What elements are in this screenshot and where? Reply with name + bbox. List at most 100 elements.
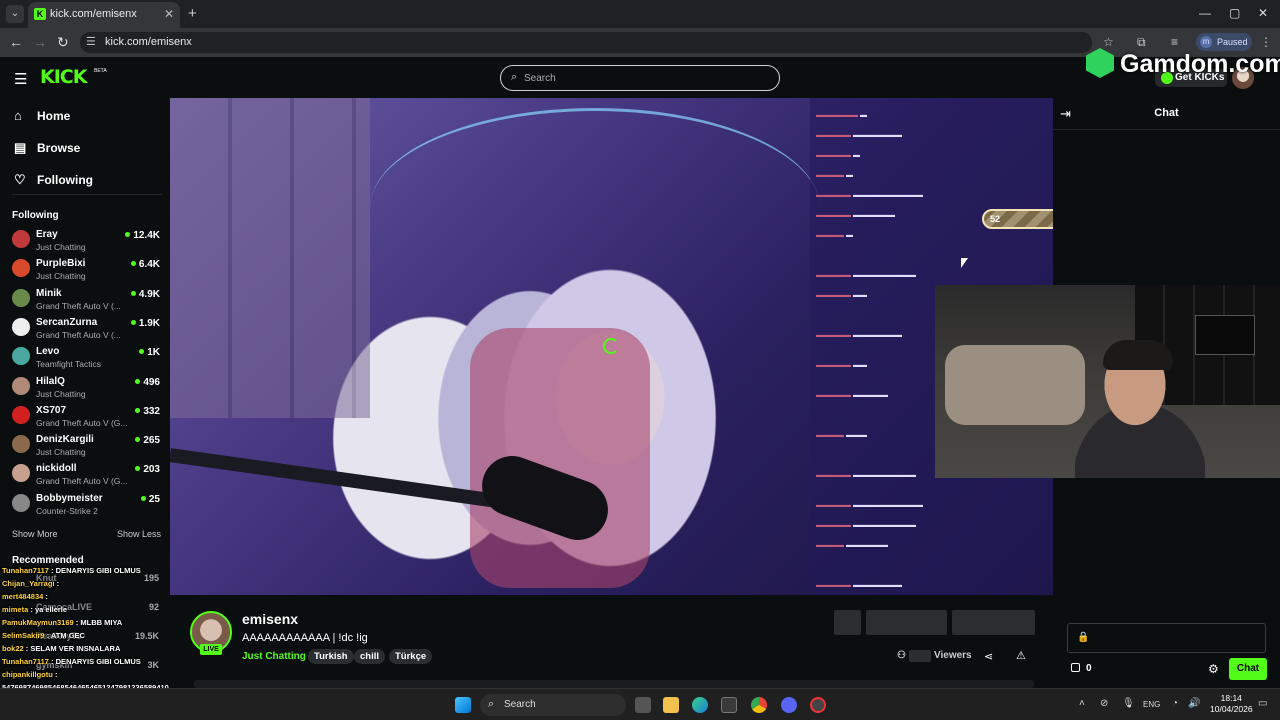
video-player[interactable]: ▬▬▬▬▬▬ ▬ ▬▬▬▬▬ ▬▬▬▬▬▬▬ ▬▬▬▬▬ ▬ ▬▬▬▬ ▬ ▬▬… [170, 98, 1053, 595]
video-background-wall [170, 98, 370, 418]
chat-input[interactable]: 🔒 [1067, 623, 1266, 653]
tab-title: kick.com/emisenx [50, 8, 137, 20]
webcam-couch [945, 345, 1085, 425]
following-channel-item[interactable]: nickidoll Grand Theft Auto V (G... 203 [12, 462, 162, 490]
new-tab-button[interactable]: + [188, 5, 197, 22]
store-icon[interactable] [721, 697, 737, 713]
channel-viewers: 203 [135, 464, 160, 475]
overlay-chat-username: bok22 [2, 644, 24, 653]
overlay-chat-text: : MLBB MIYA [75, 618, 123, 627]
placeholder-button[interactable] [952, 610, 1035, 635]
tray-overflow-icon[interactable]: ˄ [1079, 698, 1085, 709]
channel-category: Grand Theft Auto V (G... [36, 476, 128, 487]
restore-button[interactable]: ▢ [1229, 6, 1240, 20]
following-channel-item[interactable]: PurpleBixi Just Chatting 6.4K [12, 257, 162, 285]
stream-category[interactable]: Just Chatting [242, 651, 306, 662]
following-channel-item[interactable]: Levo Teamfight Tactics 1K [12, 345, 162, 373]
placeholder-button[interactable] [866, 610, 947, 635]
tag-turkce[interactable]: Türkçe [389, 649, 433, 664]
channel-viewers: 1K [139, 347, 160, 358]
volume-icon[interactable]: 🔊 [1188, 698, 1200, 709]
search-placeholder: Search [524, 73, 556, 84]
kick-logo[interactable]: KICK [40, 66, 87, 88]
discord-icon[interactable] [781, 697, 797, 713]
taskbar-search[interactable]: ⌕ Search [480, 694, 626, 716]
show-less-button[interactable]: Show Less [117, 529, 161, 539]
following-channel-item[interactable]: SercanZurna Grand Theft Auto V (... 1.9K [12, 316, 162, 344]
tab-search-menu-button[interactable]: ⌄ [6, 5, 24, 23]
send-chat-button[interactable]: Chat [1229, 658, 1267, 680]
microphone-icon[interactable]: 🎙 [1122, 698, 1135, 709]
kick-favicon-icon: K [34, 8, 46, 20]
system-clock[interactable]: 18:14 10/04/2026 [1210, 693, 1253, 715]
channel-viewers: 1.9K [130, 318, 160, 329]
overlay-chat-text: : [45, 592, 48, 601]
show-more-button[interactable]: Show More [12, 529, 58, 539]
report-icon[interactable]: ⚠ [1016, 649, 1026, 662]
live-badge: LIVE [200, 644, 222, 655]
channel-category: Counter-Strike 2 [36, 505, 98, 516]
live-dot-icon [130, 261, 136, 267]
overlay-chat-message: PamukMaymun3169 : MLBB MIYA [2, 618, 122, 627]
close-window-button[interactable]: ✕ [1258, 6, 1268, 20]
following-channel-item[interactable]: Eray Just Chatting 12.4K [12, 228, 162, 256]
browser-tab[interactable]: K kick.com/emisenx ✕ [28, 2, 180, 28]
channel-avatar [12, 405, 30, 424]
channel-name: Minik [36, 287, 62, 299]
kicks-icon [1071, 663, 1080, 672]
tag-chill[interactable]: chill [354, 649, 386, 664]
channel-name: Bobbymeister [36, 492, 103, 504]
live-dot-icon [140, 495, 146, 501]
following-channel-item[interactable]: XS707 Grand Theft Auto V (G... 332 [12, 404, 162, 432]
channel-category: Just Chatting [36, 447, 86, 458]
following-channel-item[interactable]: Bobbymeister Counter-Strike 2 25 [12, 492, 162, 520]
language-indicator[interactable]: ENG [1143, 700, 1160, 709]
live-dot-icon [135, 407, 141, 413]
chat-settings-gear-icon[interactable]: ⚙ [1208, 662, 1219, 676]
overlay-chat-username: SelimSakir9 [2, 631, 45, 640]
lock-icon: 🔒 [1077, 632, 1090, 643]
channel-category: Just Chatting [36, 242, 86, 252]
stream-title: AAAAAAAAAAAA | !dc !ig [242, 632, 368, 644]
forward-button[interactable]: → [33, 34, 47, 50]
overlay-chat-message: SelimSakir9 : ATM GEC [2, 631, 85, 640]
channel-name: nickidoll [36, 463, 77, 475]
menu-icon[interactable]: ☰ [14, 70, 27, 88]
streamer-name[interactable]: emisenx [242, 611, 298, 627]
tag-turkish[interactable]: Turkish [308, 649, 354, 664]
webcam-person-hair [1103, 340, 1173, 370]
heart-icon: ♡ [14, 172, 26, 187]
stream-info: LIVE emisenx AAAAAAAAAAAA | !dc !ig Just… [170, 595, 1053, 688]
clock-date: 10/04/2026 [1210, 704, 1253, 714]
network-off-icon[interactable]: ⊘ [1100, 698, 1108, 709]
app-icon[interactable] [810, 697, 826, 713]
chrome-icon[interactable] [751, 697, 767, 713]
live-dot-icon [135, 437, 141, 443]
address-bar[interactable]: ☰ kick.com/emisenx [80, 32, 1092, 53]
search-input[interactable]: ⌕ Search [500, 65, 780, 91]
placeholder-button[interactable] [834, 610, 861, 635]
following-channel-item[interactable]: DenizKargili Just Chatting 265 [12, 433, 162, 461]
share-icon[interactable]: ⋖ [984, 650, 993, 663]
channel-category: Grand Theft Auto V (... [36, 300, 121, 311]
kicks-balance[interactable]: 0 [1071, 663, 1092, 674]
minimize-button[interactable]: — [1199, 6, 1211, 20]
file-explorer-icon[interactable] [663, 697, 679, 713]
following-channel-item[interactable]: HilalQ Just Chatting 496 [12, 375, 162, 403]
notifications-icon[interactable]: ▭ [1258, 698, 1267, 709]
reload-button[interactable]: ↻ [57, 34, 69, 51]
start-icon[interactable] [455, 697, 471, 713]
task-view-icon[interactable] [635, 697, 651, 713]
edge-icon[interactable] [692, 697, 708, 713]
channel-avatar [12, 493, 30, 512]
overlay-chat-username: Tunahan7117 [2, 566, 49, 575]
wifi-icon[interactable]: ◔ [1172, 698, 1178, 709]
browser-tab-bar: ⌄ K kick.com/emisenx ✕ + — ▢ ✕ [0, 0, 1280, 28]
site-info-icon[interactable]: ☰ [86, 35, 96, 48]
following-channel-item[interactable]: Minik Grand Theft Auto V (... 4.9K [12, 287, 162, 315]
channel-viewer-count: 25 [148, 493, 160, 505]
video-mic-arm [170, 448, 498, 508]
tab-close-icon[interactable]: ✕ [164, 7, 174, 21]
channel-category: Just Chatting [36, 271, 86, 282]
back-button[interactable]: ← [9, 34, 23, 50]
